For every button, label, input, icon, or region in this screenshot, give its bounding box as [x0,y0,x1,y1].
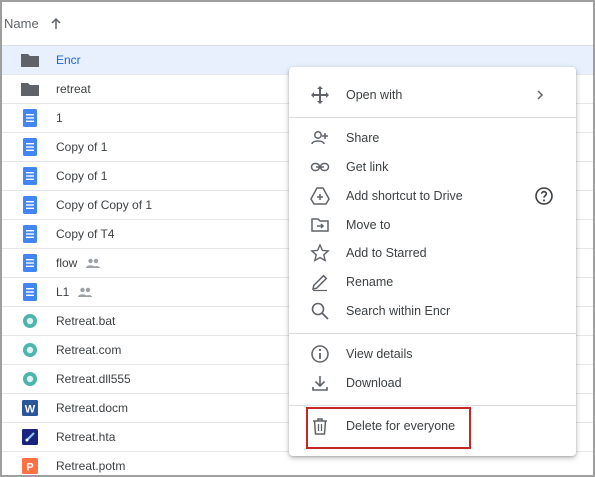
file-name: 1 [56,111,63,125]
menu-label-rename: Rename [346,274,394,289]
file-name: Retreat.dll555 [56,372,131,386]
menu-label-add-starred: Add to Starred [346,245,427,260]
add-person-icon [309,127,331,149]
menu-label-download: Download [346,375,402,390]
generic-file-icon [20,369,40,389]
context-menu: Open with Share Get link Add shortcut to… [289,67,576,456]
doc-icon [20,253,40,273]
doc-icon [20,166,40,186]
doc-icon [20,282,40,302]
menu-divider [289,333,576,334]
name-column-label: Name [4,16,39,31]
drive-shortcut-icon [309,185,331,207]
sort-ascending-arrow-icon[interactable] [49,17,63,31]
file-name: Retreat.bat [56,314,116,328]
list-header: Name [2,2,593,46]
menu-item-add-starred[interactable]: Add to Starred [289,238,576,267]
menu-label-add-shortcut: Add shortcut to Drive [346,188,463,203]
file-name-cell: Copy of 1 [56,140,107,154]
menu-item-share[interactable]: Share [289,123,576,152]
menu-label-share: Share [346,130,380,145]
download-icon [309,372,331,394]
doc-icon [20,195,40,215]
file-name: Copy of 1 [56,140,108,154]
doc-icon [20,137,40,157]
file-name-cell: retreat [56,82,91,96]
shared-people-icon [77,286,93,298]
menu-item-download[interactable]: Download [289,368,576,397]
search-icon [309,300,331,322]
menu-divider [289,117,576,118]
doc-icon [20,108,40,128]
powerpoint-icon: P [20,456,40,475]
file-name: retreat [56,82,91,96]
move-arrows-icon [309,84,331,106]
menu-divider [289,405,576,406]
chevron-right-icon [537,89,544,100]
svg-text:W: W [25,403,36,415]
file-name-cell: Copy of 1 [56,169,107,183]
pencil-icon [309,271,331,293]
menu-label-get-link: Get link [346,159,389,174]
file-name: Retreat.com [56,343,122,357]
file-name-cell: Retreat.dll555 [56,372,131,386]
file-name: L1 [56,285,70,299]
file-name: Encr [56,53,81,67]
file-name: Copy of T4 [56,227,115,241]
menu-label-view-details: View details [346,346,413,361]
menu-item-add-shortcut[interactable]: Add shortcut to Drive [289,181,576,210]
file-name-cell: Copy of Copy of 1 [56,198,152,212]
generic-file-icon [20,311,40,331]
svg-text:P: P [26,461,33,473]
menu-item-get-link[interactable]: Get link [289,152,576,181]
folder-icon [20,50,40,70]
menu-label-open-with: Open with [346,87,403,102]
move-to-folder-icon [309,214,331,236]
file-name-cell: Retreat.potm [56,459,125,473]
menu-item-rename[interactable]: Rename [289,267,576,296]
generic-file-icon [20,340,40,360]
file-name-cell: L1 [56,285,93,299]
menu-label-search-within: Search within Encr [346,303,451,318]
menu-item-move-to[interactable]: Move to [289,210,576,239]
hta-icon [20,427,40,447]
file-name: Copy of 1 [56,169,108,183]
menu-item-search-within[interactable]: Search within Encr [289,296,576,325]
file-name: Copy of Copy of 1 [56,198,153,212]
file-name-cell: Retreat.hta [56,430,115,444]
file-name-cell: Copy of T4 [56,227,114,241]
link-icon [309,156,331,178]
file-name: Retreat.potm [56,459,126,473]
file-name-cell: Encr [56,53,81,67]
delete-highlight-box [306,407,471,449]
word-icon: W [20,398,40,418]
menu-item-view-details[interactable]: View details [289,339,576,368]
menu-label-move-to: Move to [346,217,391,232]
star-icon [309,242,331,264]
drive-file-list-window: Name Encr retreat 1 Copy of 1 Copy of 1 Copy … [0,0,595,477]
doc-icon [20,224,40,244]
file-name: Retreat.hta [56,430,116,444]
file-name: Retreat.docm [56,401,129,415]
file-name-cell: Retreat.com [56,343,121,357]
file-name-cell: 1 [56,111,63,125]
file-name-cell: Retreat.bat [56,314,115,328]
help-icon[interactable] [534,186,554,206]
info-icon [309,343,331,365]
folder-icon [20,79,40,99]
menu-item-open-with[interactable]: Open with [289,80,576,109]
shared-people-icon [85,257,101,269]
name-column-header[interactable]: Name [4,16,63,31]
file-name-cell: flow [56,256,101,270]
file-name-cell: Retreat.docm [56,401,128,415]
file-name: flow [56,256,78,270]
